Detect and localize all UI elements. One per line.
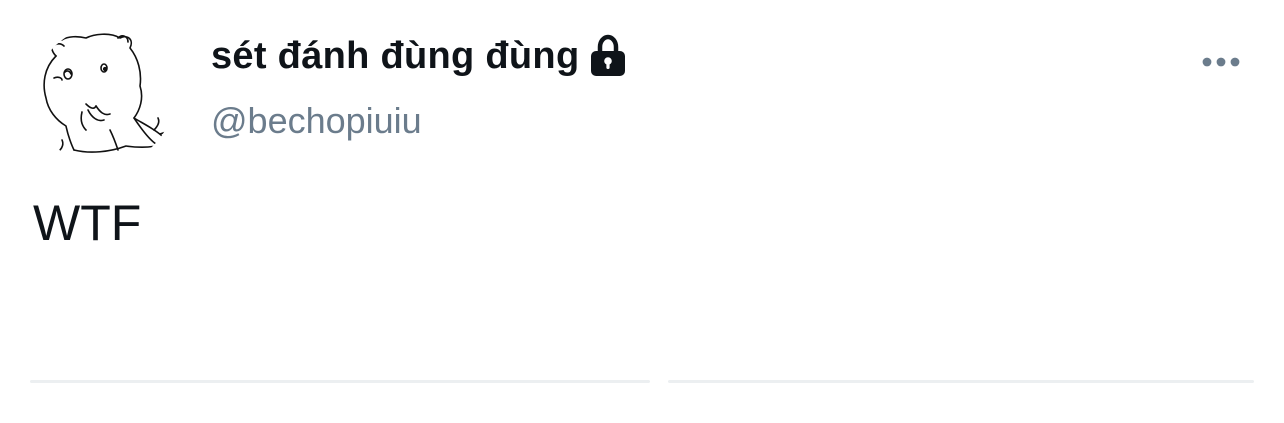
display-name[interactable]: sét đánh đùng đùng [211,35,579,78]
more-options-icon [1202,57,1240,67]
tweet-card: sét đánh đùng đùng @bechopiuiu WTF [0,0,1284,423]
lock-icon [587,34,629,78]
more-options-button[interactable] [1196,44,1246,80]
tweet-text: WTF [33,195,142,251]
user-handle[interactable]: @bechopiuiu [211,100,422,142]
hamster-sketch-avatar-icon [43,33,167,153]
divider [30,380,650,383]
avatar[interactable] [34,26,174,166]
name-row: sét đánh đùng đùng [211,28,629,84]
divider [668,380,1254,383]
